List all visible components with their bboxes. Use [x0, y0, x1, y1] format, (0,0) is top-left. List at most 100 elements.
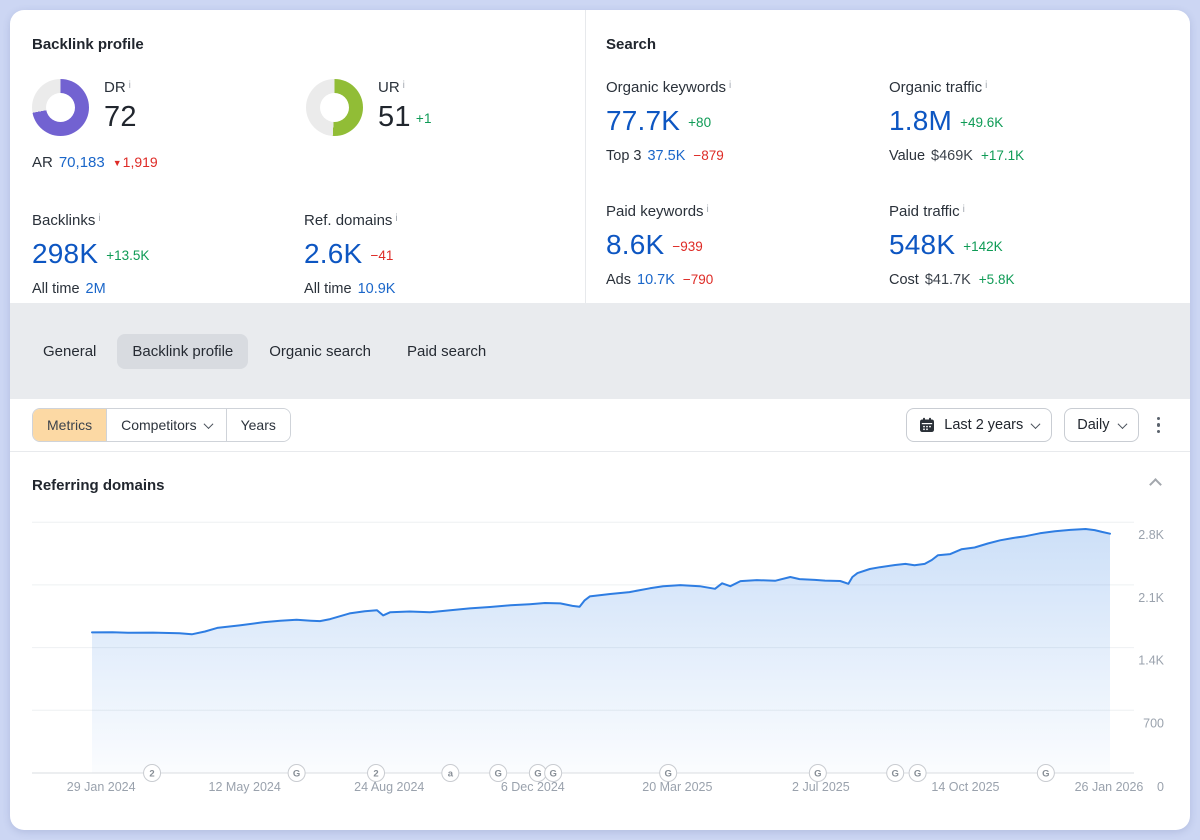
backlinks-value[interactable]: 298K	[32, 238, 98, 269]
svg-text:G: G	[549, 769, 556, 780]
svg-text:G: G	[914, 769, 921, 780]
svg-text:14 Oct 2025: 14 Oct 2025	[931, 780, 999, 794]
svg-text:12 May 2024: 12 May 2024	[209, 780, 281, 794]
granularity-label: Daily	[1077, 417, 1109, 433]
svg-text:1.4K: 1.4K	[1138, 654, 1164, 668]
ref-domains-block: Ref. domainsi 2.6K −41 All time10.9K	[304, 212, 585, 297]
tab-paid-search[interactable]: Paid search	[392, 334, 501, 369]
competitors-segment[interactable]: Competitors	[106, 409, 225, 441]
info-icon[interactable]: i	[395, 213, 397, 224]
paid-traffic-block: Paid traffici 548K+142K Cost$41.7K+5.8K	[889, 203, 1163, 288]
organic-keywords-delta: +80	[688, 115, 711, 130]
ar-value[interactable]: 70,183	[59, 154, 105, 171]
cost-amount: $41.7K	[925, 272, 971, 288]
backlinks-alltime-value[interactable]: 2M	[86, 281, 106, 297]
ur-delta: +1	[416, 111, 432, 126]
overview-metrics-section: Backlink profile DRi 72 URi 51+1	[10, 10, 1190, 303]
chart-toolbar: Metrics Competitors Years Last 2 years D…	[10, 399, 1190, 452]
info-icon[interactable]: i	[963, 204, 965, 215]
tab-organic-search[interactable]: Organic search	[254, 334, 386, 369]
metrics-segment[interactable]: Metrics	[33, 409, 106, 441]
ads-value[interactable]: 10.7K	[637, 272, 675, 288]
ref-domains-delta: −41	[370, 248, 393, 263]
domain-overview-card: Backlink profile DRi 72 URi 51+1	[10, 10, 1190, 830]
info-icon[interactable]: i	[403, 80, 405, 91]
view-mode-segmented-control: Metrics Competitors Years	[32, 408, 291, 442]
backlink-profile-title: Backlink profile	[32, 36, 585, 53]
search-title: Search	[606, 36, 1190, 53]
date-range-label: Last 2 years	[944, 417, 1023, 433]
ur-donut	[306, 79, 363, 136]
svg-text:G: G	[664, 769, 671, 780]
organic-traffic-delta: +49.6K	[960, 115, 1003, 130]
dr-block: DRi 72	[32, 79, 306, 136]
organic-traffic-block: Organic traffici 1.8M+49.6K Value$469K+1…	[889, 79, 1163, 164]
backlinks-delta: +13.5K	[106, 248, 149, 263]
dr-label: DRi	[104, 79, 137, 96]
paid-keywords-delta: −939	[672, 239, 702, 254]
tab-backlink-profile[interactable]: Backlink profile	[117, 334, 248, 369]
svg-text:G: G	[814, 769, 821, 780]
svg-text:2: 2	[373, 769, 378, 780]
granularity-button[interactable]: Daily	[1064, 408, 1138, 442]
ur-label: URi	[378, 79, 432, 96]
referring-domains-chart[interactable]: 2.8K 2.1K 1.4K 700 0 29 Jan 2024 12 May 2024 24…	[32, 510, 1168, 810]
svg-text:29 Jan 2024: 29 Jan 2024	[67, 780, 136, 794]
tab-general[interactable]: General	[28, 334, 111, 369]
backlinks-label: Backlinksi	[32, 212, 304, 229]
years-segment[interactable]: Years	[226, 409, 290, 441]
backlinks-block: Backlinksi 298K +13.5K All time2M	[32, 212, 304, 297]
ar-label: AR	[32, 154, 53, 171]
info-icon[interactable]: i	[98, 213, 100, 224]
paid-keywords-value[interactable]: 8.6K	[606, 229, 664, 260]
triangle-down-icon: ▼	[113, 158, 122, 168]
dr-value: 72	[104, 101, 137, 134]
backlink-profile-column: Backlink profile DRi 72 URi 51+1	[10, 10, 585, 303]
ref-domains-alltime: All time10.9K	[304, 281, 585, 297]
chevron-up-icon	[1149, 478, 1162, 491]
svg-text:G: G	[1042, 769, 1049, 780]
organic-keywords-block: Organic keywordsi 77.7K+80 Top 337.5K−87…	[606, 79, 880, 164]
backlinks-alltime: All time2M	[32, 281, 304, 297]
more-options-button[interactable]	[1151, 411, 1167, 440]
svg-text:2: 2	[149, 769, 154, 780]
svg-text:2.1K: 2.1K	[1138, 591, 1164, 605]
svg-text:700: 700	[1143, 716, 1164, 730]
svg-text:24 Aug 2024: 24 Aug 2024	[354, 780, 424, 794]
referring-domains-section: Referring domains 2.8K2.1K1.4K700029 Jan…	[10, 452, 1190, 815]
info-icon[interactable]: i	[707, 204, 709, 215]
svg-text:2.8K: 2.8K	[1138, 528, 1164, 542]
svg-text:26 Jan 2026: 26 Jan 2026	[1075, 780, 1144, 794]
chevron-down-icon	[1031, 419, 1041, 429]
ref-domains-alltime-value[interactable]: 10.9K	[358, 281, 396, 297]
top3-value[interactable]: 37.5K	[647, 148, 685, 164]
paid-traffic-value[interactable]: 548K	[889, 229, 955, 260]
svg-text:G: G	[494, 769, 501, 780]
svg-text:G: G	[534, 769, 541, 780]
svg-text:G: G	[293, 769, 300, 780]
info-icon[interactable]: i	[129, 80, 131, 91]
date-range-button[interactable]: Last 2 years	[906, 408, 1052, 442]
ur-value: 51+1	[378, 101, 432, 134]
svg-text:0: 0	[1157, 780, 1164, 794]
info-icon[interactable]: i	[985, 80, 987, 91]
collapse-section-button[interactable]	[1147, 472, 1164, 498]
ar-row: AR 70,183 ▼1,919	[32, 154, 585, 171]
section-tabs: General Backlink profile Organic search …	[10, 303, 1190, 399]
ar-delta: ▼1,919	[113, 154, 158, 170]
traffic-value-amount: $469K	[931, 148, 973, 164]
svg-text:20 Mar 2025: 20 Mar 2025	[642, 780, 712, 794]
chevron-down-icon	[1117, 419, 1127, 429]
organic-traffic-value[interactable]: 1.8M	[889, 105, 952, 136]
svg-text:G: G	[892, 769, 899, 780]
dr-donut	[32, 79, 89, 136]
paid-keywords-block: Paid keywordsi 8.6K−939 Ads10.7K−790	[606, 203, 880, 288]
search-column: Search Organic keywordsi 77.7K+80 Top 33…	[585, 10, 1190, 303]
info-icon[interactable]: i	[729, 80, 731, 91]
ref-domains-label: Ref. domainsi	[304, 212, 585, 229]
calendar-icon	[919, 417, 935, 433]
svg-text:6 Dec 2024: 6 Dec 2024	[501, 780, 565, 794]
organic-keywords-value[interactable]: 77.7K	[606, 105, 680, 136]
ref-domains-value[interactable]: 2.6K	[304, 238, 362, 269]
paid-traffic-delta: +142K	[963, 239, 1002, 254]
